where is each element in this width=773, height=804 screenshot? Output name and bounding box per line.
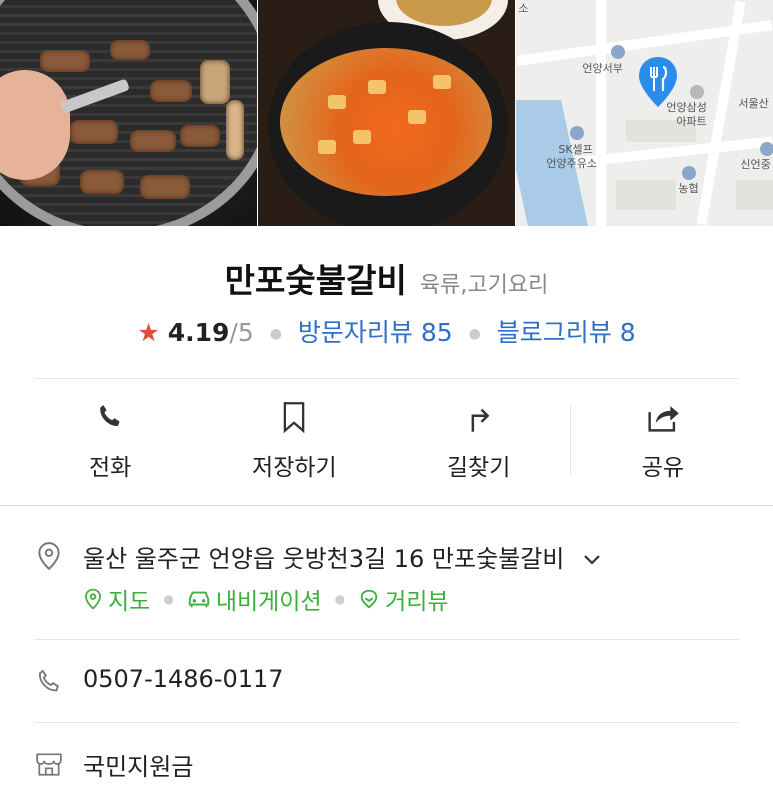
location-pin-icon xyxy=(34,541,64,571)
map-thumbnail[interactable]: 소 언양서부 언양삼성 아파트 서울산 SK셀프 언양주유소 신언중 농협 xyxy=(516,0,773,226)
street-view-link-label: 거리뷰 xyxy=(385,589,449,615)
map-link[interactable]: 지도 xyxy=(83,582,150,616)
directions-label: 길찾기 xyxy=(446,455,511,481)
bookmark-icon xyxy=(277,400,311,434)
support-fund-text: 국민지원금 xyxy=(83,753,194,781)
meat-piece xyxy=(80,170,124,194)
tofu xyxy=(352,130,371,144)
address-text[interactable]: 울산 울주군 언양읍 웃방천3길 16 만포숯불갈비 xyxy=(83,539,602,574)
action-separator xyxy=(570,405,571,475)
save-label: 저장하기 xyxy=(252,455,337,481)
mushroom xyxy=(226,100,244,160)
car-icon xyxy=(188,591,209,608)
separator-dot: ● xyxy=(334,592,346,606)
share-icon xyxy=(646,400,680,434)
star-icon: ★ xyxy=(137,318,160,347)
stew xyxy=(279,48,492,196)
directions-button[interactable]: 길찾기 xyxy=(387,380,571,505)
phone-icon xyxy=(93,400,127,434)
map-poi-icon xyxy=(760,142,773,156)
separator-dot: ● xyxy=(468,326,481,342)
map-label: 아파트 xyxy=(676,115,707,128)
meat-piece xyxy=(110,40,150,60)
hand xyxy=(0,70,70,180)
share-label: 공유 xyxy=(641,455,685,481)
street-view-link[interactable]: 거리뷰 xyxy=(358,582,449,616)
meat-piece xyxy=(150,80,192,102)
map-label: 서울산 xyxy=(738,97,769,110)
meat-piece xyxy=(40,50,90,72)
map-label: 신언중 xyxy=(740,158,771,171)
navigation-link[interactable]: 내비게이션 xyxy=(187,582,322,616)
store-icon xyxy=(34,749,64,779)
place-name: 만포숯불갈비 xyxy=(224,261,407,300)
rating-out-of: /5 xyxy=(229,318,254,347)
tofu xyxy=(407,110,426,124)
place-category: 육류,고기요리 xyxy=(419,273,549,298)
address-value: 울산 울주군 언양읍 웃방천3길 16 만포숯불갈비 xyxy=(83,545,565,573)
navigation-link-label: 내비게이션 xyxy=(215,589,322,615)
apartment-icon xyxy=(690,85,705,99)
map-label: SK셀프 xyxy=(558,143,593,156)
directions-icon xyxy=(462,400,496,434)
divider xyxy=(34,378,739,379)
phone-outline-icon xyxy=(34,667,64,697)
map-label: 언양주유소 xyxy=(546,157,597,170)
visitor-reviews-link[interactable]: 방문자리뷰 85 xyxy=(298,318,453,347)
meat-piece xyxy=(180,125,220,147)
meat-piece xyxy=(130,130,176,152)
meat-piece xyxy=(70,120,118,144)
separator-dot: ● xyxy=(269,326,282,342)
call-label: 전화 xyxy=(88,455,132,481)
map-label: 소 xyxy=(518,2,529,15)
map-block xyxy=(616,180,677,210)
meat-piece xyxy=(140,175,190,199)
map-road xyxy=(596,0,607,226)
map-block xyxy=(736,180,773,210)
map-pin-icon xyxy=(639,57,678,107)
address-links: 지도 ● 내비게이션 ● 거리뷰 xyxy=(83,582,449,616)
rating-row: ★ 4.19/5 ● 방문자리뷰 85 ● 블로그리뷰 8 xyxy=(0,313,773,349)
share-button[interactable]: 공유 xyxy=(571,380,755,505)
tofu xyxy=(432,75,451,89)
photo-grilled-meat[interactable] xyxy=(0,0,257,226)
bank-icon xyxy=(682,166,697,180)
street-view-icon xyxy=(360,589,378,609)
map-label: 농협 xyxy=(678,182,699,195)
photo-strip[interactable]: 소 언양서부 언양삼성 아파트 서울산 SK셀프 언양주유소 신언중 농협 xyxy=(0,0,773,226)
map-label: 언양서부 xyxy=(582,62,623,75)
save-button[interactable]: 저장하기 xyxy=(202,380,386,505)
call-button[interactable]: 전화 xyxy=(18,380,202,505)
map-link-label: 지도 xyxy=(108,589,151,615)
place-header: 만포숯불갈비 육류,고기요리 xyxy=(0,254,773,302)
mushroom xyxy=(200,60,230,104)
map-pin-green-icon xyxy=(85,588,101,610)
divider xyxy=(34,639,739,640)
tofu xyxy=(327,95,346,109)
divider xyxy=(34,722,739,723)
tofu xyxy=(367,80,386,94)
separator-dot: ● xyxy=(163,592,174,606)
tofu xyxy=(317,140,336,154)
chevron-down-icon[interactable] xyxy=(582,553,602,567)
map-poi-icon xyxy=(611,45,626,59)
action-bar: 전화 저장하기 길찾기 공유 xyxy=(18,380,755,505)
photo-stew[interactable] xyxy=(257,0,516,226)
phone-number[interactable]: 0507-1486-0117 xyxy=(83,665,284,693)
blog-reviews-link[interactable]: 블로그리뷰 8 xyxy=(497,318,636,347)
section-divider xyxy=(0,505,773,506)
rating-score: 4.19 xyxy=(167,318,230,347)
gas-station-icon xyxy=(570,126,585,140)
